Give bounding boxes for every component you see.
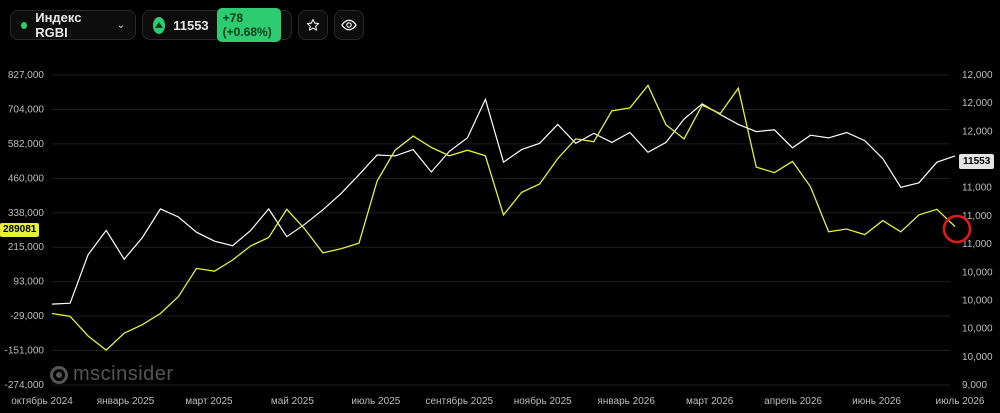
x-axis: октябрь 2024 январь 2025 март 2025 май 2025… (11, 395, 985, 407)
right-tick-label: 12,000 (962, 126, 993, 137)
x-tick-label: май 2025 (271, 396, 314, 407)
right-tick-label: 10,000 (962, 352, 993, 363)
x-tick-label: апрель 2026 (764, 396, 822, 407)
x-tick-label: январь 2025 (97, 396, 155, 407)
logo-icon (50, 365, 68, 384)
right-tick-label: 12,000 (962, 98, 993, 109)
left-tick-label: 704,000 (8, 104, 45, 115)
right-tick-label: 10,000 (962, 324, 993, 335)
right-tick-label: 9,000 (962, 380, 987, 391)
series-line-white (51, 97, 956, 305)
right-axis: 12,00012,00012,00012,00011,00011,00011,0… (962, 70, 993, 391)
left-current-value-tag: 289081 (0, 223, 40, 237)
right-tick-label: 10,000 (962, 267, 993, 278)
x-tick-label: октябрь 2024 (11, 395, 73, 407)
right-tick-label: 12,000 (962, 70, 993, 81)
right-tick-label: 10,000 (962, 295, 993, 306)
x-tick-label: ноябрь 2025 (514, 395, 572, 407)
left-tick-label: -274,000 (5, 380, 45, 391)
watermark-text: mscinsider (73, 363, 174, 385)
x-tick-label: сентябрь 2025 (425, 395, 493, 407)
chart-plot: 827,000 704,000 582,000 460,000 338,000 215,0… (5, 70, 994, 407)
grid-lines (52, 74, 950, 386)
x-tick-label: июль 2025 (351, 396, 400, 407)
x-tick-label: январь 2026 (597, 396, 655, 407)
left-tick-label: 827,000 (8, 70, 45, 81)
right-tick-label: 11,000 (962, 239, 992, 250)
left-tick-label: -29,000 (10, 311, 44, 322)
x-tick-label: март 2026 (686, 396, 734, 407)
left-tick-label: -151,000 (5, 346, 45, 357)
x-tick-label: март 2025 (185, 396, 233, 407)
watermark: mscinsider (50, 363, 174, 386)
current-point-marker (942, 214, 972, 244)
left-tick-label: 582,000 (8, 139, 45, 150)
left-tick-label: 338,000 (8, 208, 45, 219)
x-tick-label: июль 2026 (936, 396, 985, 407)
left-tick-label: 460,000 (8, 173, 45, 184)
left-tick-label: 215,000 (8, 242, 45, 253)
left-tick-label: 93,000 (13, 277, 44, 288)
x-tick-label: июнь 2026 (852, 396, 901, 407)
right-current-value-tag: 11553 (959, 154, 995, 169)
right-tick-label: 11,000 (962, 183, 992, 194)
series-line-yellow (51, 84, 956, 351)
